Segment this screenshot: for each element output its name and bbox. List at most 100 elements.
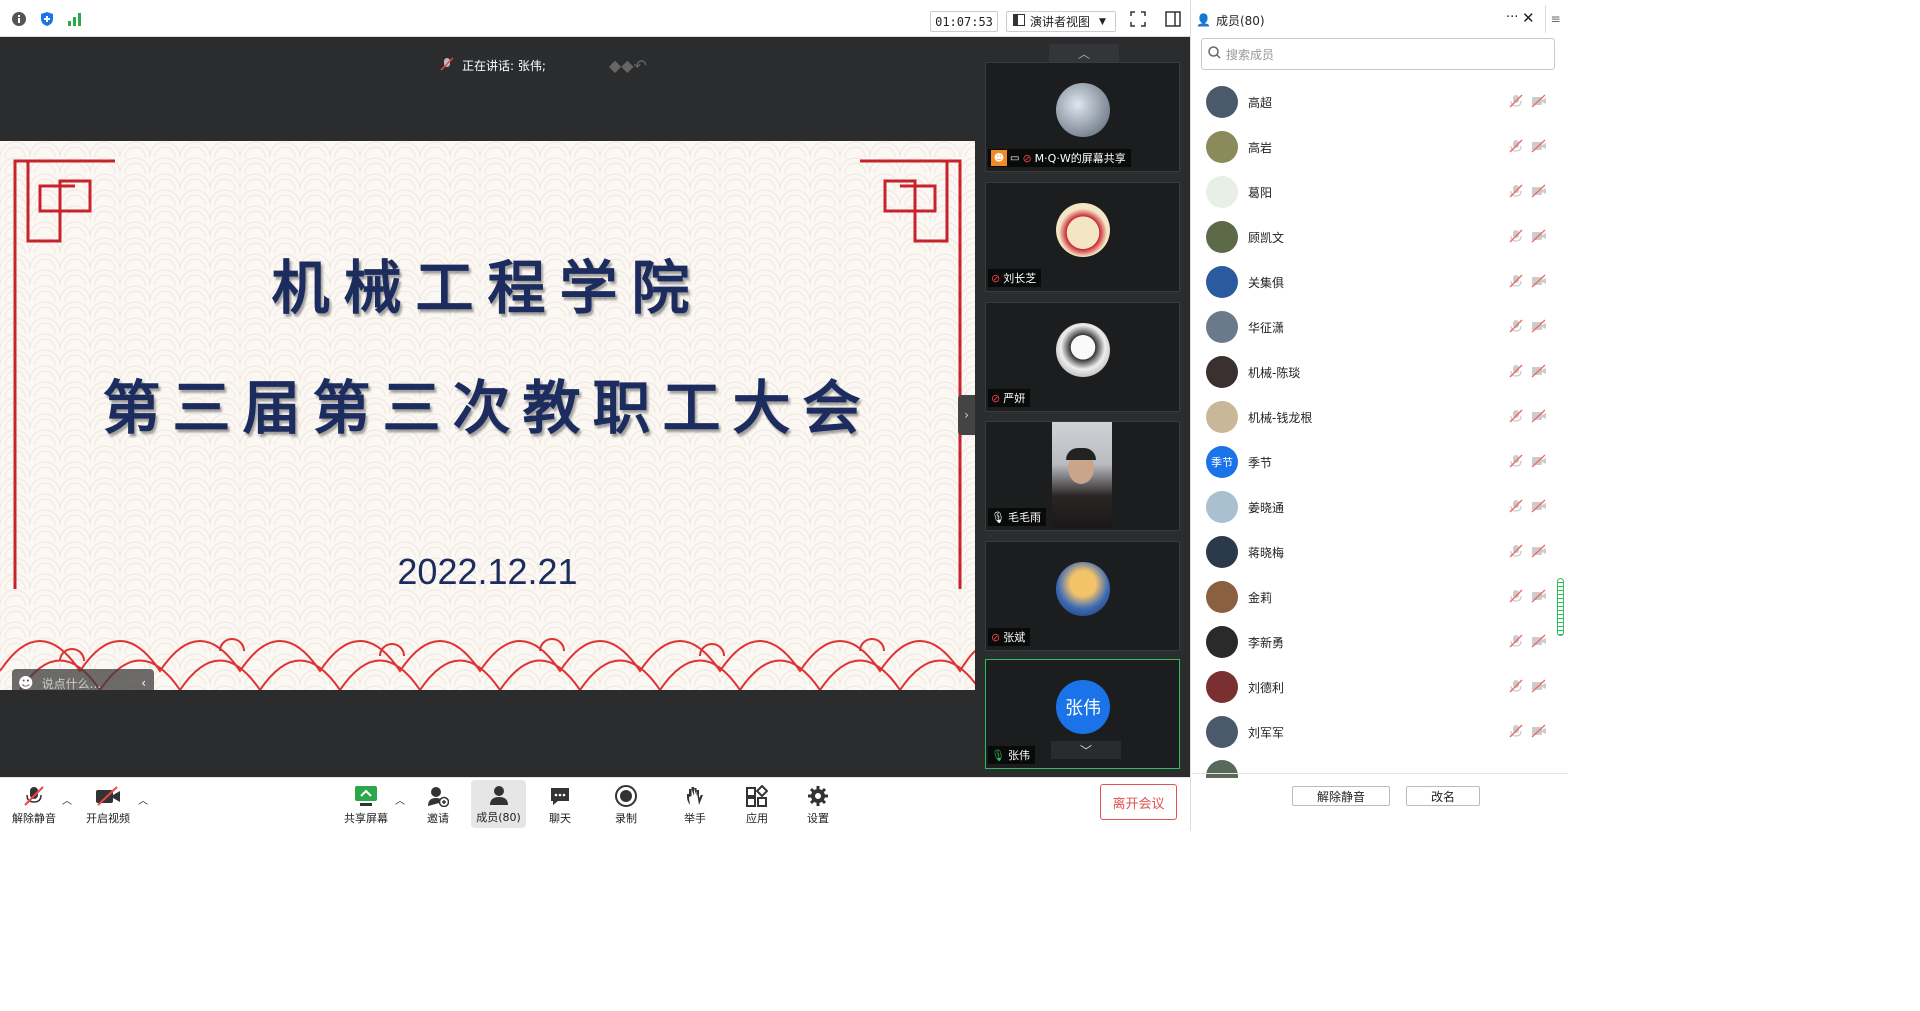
mic-muted-icon: ⊘ [1022,151,1032,165]
mic-muted-icon[interactable] [1509,93,1523,112]
member-name: 季节 [1248,455,1273,470]
video-tile-active-video[interactable]: 🎙 毛毛雨 [985,421,1180,531]
mic-muted-icon[interactable] [1509,678,1523,697]
member-row[interactable]: 华征潇 [1206,307,1551,347]
video-off-icon[interactable] [1531,633,1547,652]
member-row[interactable]: 刘军军 [1206,712,1551,752]
video-off-icon[interactable] [1531,543,1547,562]
more-options-icon[interactable]: ··· [1506,10,1518,25]
member-name: 刘军军 [1248,725,1285,740]
share-screen-label: 共享屏幕 [344,812,388,825]
member-row[interactable]: 葛阳 [1206,172,1551,212]
apps-button[interactable]: 应用 [739,778,775,832]
members-button[interactable]: 成员(80) [471,780,526,828]
video-tile-self[interactable]: 张伟 ﹀ 🎙 张伟 [985,659,1180,769]
video-tile[interactable]: ⊘ 张斌 [985,541,1180,651]
mic-muted-icon[interactable] [1509,228,1523,247]
fullscreen-icon[interactable] [1128,9,1148,29]
gallery-scroll-up-icon[interactable]: ︿ [1049,44,1119,62]
video-off-icon[interactable] [1531,183,1547,202]
settings-button[interactable]: 设置 [800,778,836,832]
member-row[interactable]: 高超 [1206,82,1551,122]
video-off-icon[interactable] [1531,318,1547,337]
tile-name: 严妍 [1003,392,1026,405]
mic-muted-icon[interactable] [1509,318,1523,337]
video-off-icon[interactable] [1531,723,1547,742]
signal-icon[interactable] [65,9,85,29]
unmute-all-button[interactable]: 解除静音 [1292,786,1390,806]
video-off-icon[interactable] [1531,408,1547,427]
video-options-chevron-icon[interactable]: ︿ [138,792,148,807]
gear-icon [807,784,829,808]
video-off-icon[interactable] [1531,273,1547,292]
video-tile[interactable]: ⊘ 刘长芝 [985,182,1180,292]
member-avatar [1206,581,1238,613]
audio-options-chevron-icon[interactable]: ︿ [62,792,72,807]
video-off-icon[interactable] [1531,138,1547,157]
gallery-collapse-handle[interactable]: › [958,395,975,435]
search-icon [1208,46,1221,62]
annotation-toolbar-icon[interactable]: ◆◆↶ [609,56,647,75]
mic-muted-icon[interactable] [1509,408,1523,427]
video-off-icon[interactable] [1531,498,1547,517]
video-off-icon[interactable] [1531,588,1547,607]
mic-muted-icon[interactable] [1509,138,1523,157]
mic-muted-icon[interactable] [1509,588,1523,607]
emoji-icon[interactable]: ☻ [18,674,34,690]
mic-muted-icon[interactable] [1509,363,1523,382]
raise-hand-button[interactable]: 举手 [677,778,713,832]
view-mode-select[interactable]: 演讲者视图 ▼ [1006,11,1116,32]
mic-muted-icon[interactable] [1509,498,1523,517]
chevron-left-icon[interactable]: ‹ [141,676,146,690]
shield-icon[interactable] [37,9,57,29]
member-row[interactable]: 顾凯文 [1206,217,1551,257]
member-status-icons [1509,588,1547,607]
video-off-icon[interactable] [1531,363,1547,382]
chat-input-bar[interactable]: ☻ 说点什么... ‹ [12,669,154,690]
member-avatar [1206,221,1238,253]
invite-button[interactable]: 邀请 [420,778,456,832]
share-options-chevron-icon[interactable]: ︿ [395,792,405,807]
start-video-button[interactable]: 开启视频 [84,778,132,832]
video-off-icon[interactable] [1531,678,1547,697]
member-row[interactable]: 高岩 [1206,127,1551,167]
member-row[interactable]: 机械-陈琰 [1206,352,1551,392]
video-tile[interactable]: ⊘ 严妍 [985,302,1180,412]
mic-muted-icon[interactable] [1509,183,1523,202]
member-list-scrollbar[interactable] [1557,578,1564,636]
mic-muted-icon[interactable] [1509,543,1523,562]
member-row[interactable]: 李新勇 [1206,622,1551,662]
info-icon[interactable] [9,9,29,29]
member-search-input[interactable]: 搜索成员 [1201,38,1555,70]
mic-muted-icon[interactable] [1509,723,1523,742]
member-avatar [1206,491,1238,523]
video-tile-screen-share[interactable]: ☻ ▭ ⊘ M·Q·W的屏幕共享 [985,62,1180,172]
chat-button[interactable]: 聊天 [542,778,578,832]
video-off-icon[interactable] [1531,93,1547,112]
member-row[interactable]: 机械-钱龙根 [1206,397,1551,437]
member-row[interactable]: 刘德利 [1206,667,1551,707]
member-row[interactable]: 关集俱 [1206,262,1551,302]
share-screen-button[interactable]: 共享屏幕 [340,778,392,832]
video-feed [1052,422,1112,528]
mic-muted-icon[interactable] [1509,453,1523,472]
video-off-icon[interactable] [1531,228,1547,247]
person-icon: 👤 [1196,13,1211,27]
member-row[interactable]: 蒋晓梅 [1206,532,1551,572]
gallery-scroll-down-icon[interactable]: ﹀ [1051,741,1121,759]
side-panel-toggle-icon[interactable] [1163,9,1183,29]
unmute-button[interactable]: 解除静音 [10,778,58,832]
leave-meeting-button[interactable]: 离开会议 [1100,784,1177,820]
member-row[interactable]: 金莉 [1206,577,1551,617]
record-button[interactable]: 录制 [608,778,644,832]
mic-muted-icon[interactable] [1509,273,1523,292]
panel-menu-icon[interactable]: ≡ [1545,5,1565,33]
video-off-icon[interactable] [1531,453,1547,472]
mic-muted-icon[interactable] [1509,633,1523,652]
rename-button[interactable]: 改名 [1406,786,1480,806]
member-row-partial [1206,760,1551,778]
member-row[interactable]: 姜晓通 [1206,487,1551,527]
close-icon[interactable]: ✕ [1522,9,1535,27]
member-status-icons [1509,723,1547,742]
member-row[interactable]: 季节 季节 [1206,442,1551,482]
